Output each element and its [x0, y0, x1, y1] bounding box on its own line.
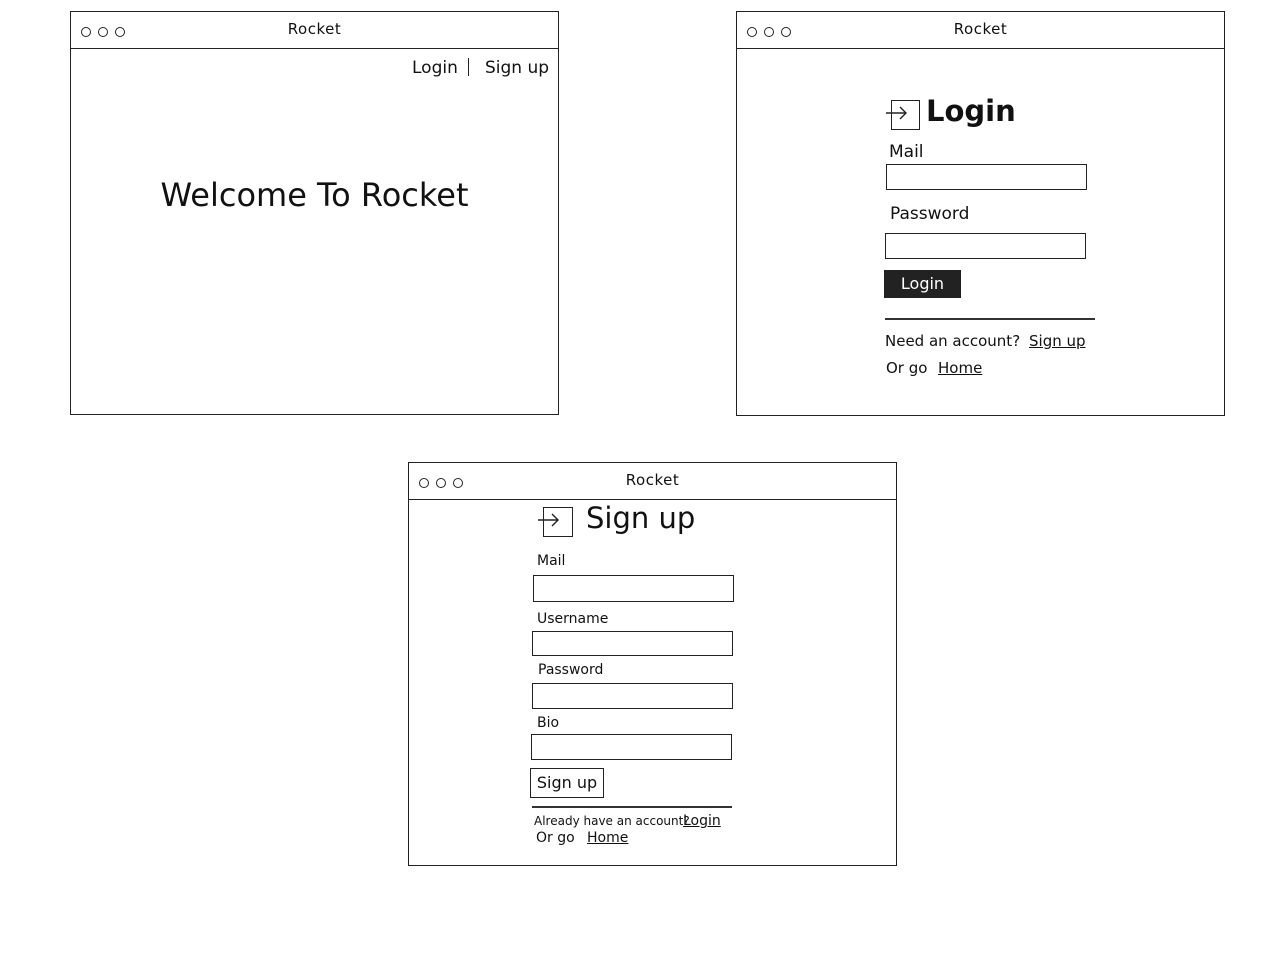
password-label: Password [890, 204, 970, 224]
login-button[interactable]: Login [884, 270, 961, 298]
mail-label: Mail [889, 142, 924, 162]
signup-button-label: Sign up [536, 773, 598, 792]
nav-login-link[interactable]: Login [412, 58, 458, 78]
home-titlebar: Rocket [71, 12, 558, 49]
nav-signup-link[interactable]: Sign up [485, 58, 549, 78]
login-link[interactable]: Login [683, 813, 721, 829]
window-title: Rocket [287, 20, 342, 38]
home-window: Rocket Login Sign up Welcome To Rocket [70, 11, 559, 415]
login-icon [538, 507, 573, 537]
nav-divider [468, 58, 470, 76]
divider [532, 806, 732, 808]
divider [885, 318, 1095, 320]
bio-label: Bio [537, 715, 560, 731]
need-account-text: Need an account? [885, 332, 1021, 350]
mail-input[interactable] [886, 164, 1087, 190]
home-link[interactable]: Home [938, 359, 982, 377]
signup-window: Rocket Sign up Mail Username Password Bi… [408, 462, 897, 866]
or-go-text: Or go [886, 359, 928, 377]
signup-heading: Sign up [586, 501, 696, 535]
login-heading: Login [926, 94, 1016, 128]
login-window: Rocket Login Mail Password Login Need an… [736, 11, 1225, 416]
home-link[interactable]: Home [587, 830, 628, 846]
login-button-label: Login [900, 274, 945, 293]
have-account-text: Already have an account? [534, 814, 690, 828]
password-input[interactable] [532, 683, 733, 709]
window-title: Rocket [625, 471, 680, 489]
username-input[interactable] [532, 631, 733, 656]
welcome-heading: Welcome To Rocket [160, 176, 469, 214]
mail-label: Mail [537, 553, 566, 569]
username-label: Username [537, 611, 609, 627]
signup-button[interactable]: Sign up [530, 768, 604, 798]
or-go-text: Or go [536, 830, 575, 846]
signup-link[interactable]: Sign up [1029, 332, 1086, 350]
password-label: Password [538, 662, 604, 678]
bio-input[interactable] [531, 734, 732, 760]
mail-input[interactable] [533, 575, 734, 602]
login-titlebar: Rocket [737, 12, 1224, 49]
password-input[interactable] [885, 233, 1086, 259]
window-title: Rocket [953, 20, 1008, 38]
login-icon [886, 100, 920, 130]
signup-titlebar: Rocket [409, 463, 896, 500]
